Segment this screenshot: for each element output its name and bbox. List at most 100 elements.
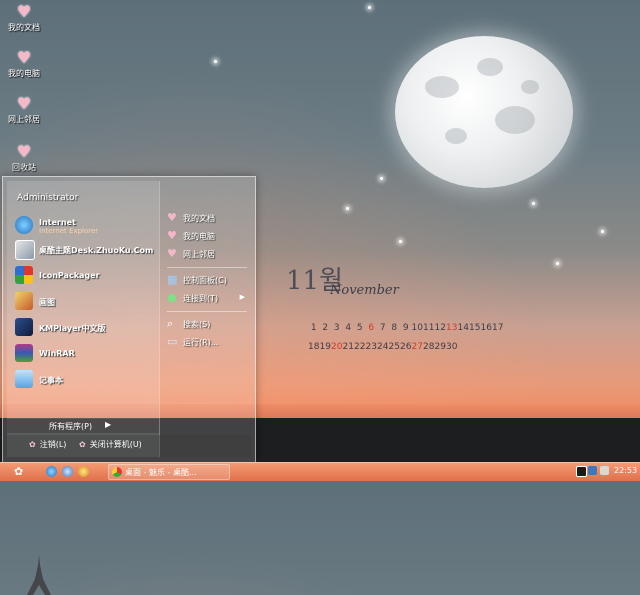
heart-icon: ♥ xyxy=(167,247,177,260)
taskbar-window-button[interactable]: 桌面 - 魅乐 - 桌酷... xyxy=(108,464,230,480)
calendar-day: 13 xyxy=(446,323,458,333)
all-programs-button[interactable]: 所有程序(P) ▶ xyxy=(7,419,159,433)
shutdown-icon: ✿ xyxy=(79,440,86,449)
heart-icon: ♥ xyxy=(16,142,32,161)
system-tray: 22:53 xyxy=(574,465,637,479)
star xyxy=(380,177,383,180)
heart-icon: ♥ xyxy=(167,211,177,224)
calendar-day: 18 xyxy=(308,342,320,352)
calendar-day: 7 xyxy=(379,323,386,333)
browser-icon xyxy=(112,467,122,477)
calendar-day: 8 xyxy=(391,323,398,333)
taskbar-clock[interactable]: 22:53 xyxy=(614,466,637,475)
star xyxy=(601,230,604,233)
calendar-day: 19 xyxy=(319,342,331,352)
submenu-arrow-icon: ▶ xyxy=(239,293,245,301)
start-menu-control-panel[interactable]: ▦ 控制面板(C) xyxy=(163,273,249,289)
heart-icon: ♥ xyxy=(16,2,32,21)
calendar-day: 24 xyxy=(377,342,389,352)
start-menu-item-paint[interactable]: 画图 xyxy=(13,291,161,313)
calendar-day: 22 xyxy=(354,342,366,352)
menu-divider xyxy=(167,311,247,312)
calendar-day: 29 xyxy=(434,342,446,352)
quicklaunch-ie-icon[interactable] xyxy=(46,466,57,477)
search-icon: ⌕ xyxy=(167,317,174,330)
calendar-month-name: November xyxy=(330,283,399,298)
tray-z-icon[interactable] xyxy=(576,466,587,477)
desktop-icon-my-documents[interactable]: ♥ 我的文档 xyxy=(0,4,48,33)
eiffel-tower-silhouette xyxy=(27,555,51,595)
start-menu-item-zhuoku[interactable]: 桌酷主题Desk.ZhuoKu.Com xyxy=(13,239,161,261)
heart-icon: ♥ xyxy=(167,229,177,242)
calendar-day: 3 xyxy=(333,323,340,333)
tray-network-icon[interactable] xyxy=(588,466,597,475)
calendar-day: 28 xyxy=(423,342,435,352)
desktop-icon-my-computer[interactable]: ♥ 我的电脑 xyxy=(0,50,48,79)
start-menu-item-iconpackager[interactable]: IconPackager xyxy=(13,265,161,287)
calendar-day: 11 xyxy=(423,323,435,333)
moon xyxy=(395,36,573,188)
calendar-day: 25 xyxy=(388,342,400,352)
moon-crater xyxy=(425,76,459,98)
start-menu-network-places[interactable]: ♥ 网上邻居 xyxy=(163,247,249,263)
start-menu-item-internet[interactable]: Internet Internet Explorer xyxy=(13,215,161,237)
start-menu-my-documents[interactable]: ♥ 我的文档 xyxy=(163,211,249,227)
shutdown-button[interactable]: ✿ 关闭计算机(U) xyxy=(79,439,142,450)
calendar-day: 21 xyxy=(342,342,354,352)
calendar-day: 10 xyxy=(411,323,423,333)
start-menu: Administrator Internet Internet Explorer… xyxy=(2,176,256,595)
start-menu-search[interactable]: ⌕ 搜索(S) xyxy=(163,317,249,333)
start-menu-item-notepad[interactable]: 记事本 xyxy=(13,369,161,391)
quicklaunch-media-icon[interactable] xyxy=(78,466,89,477)
desktop-icon-recycle-bin[interactable]: ♥ 回收站 xyxy=(0,144,48,173)
kmplayer-icon xyxy=(15,318,33,336)
start-menu-item-winrar[interactable]: WinRAR xyxy=(13,343,161,365)
star xyxy=(399,240,402,243)
calendar-week-row: 1 2 3 4 5 6 7 8 9 1011121314151617 xyxy=(308,323,504,333)
calendar-day: 5 xyxy=(356,323,363,333)
moon-crater xyxy=(495,106,535,134)
calendar-day: 17 xyxy=(492,323,504,333)
calendar-day: 4 xyxy=(345,323,352,333)
star xyxy=(214,60,217,63)
calendar-day: 1 xyxy=(310,323,317,333)
start-menu-connect-to[interactable]: ● 连接到(T) ▶ xyxy=(163,291,249,307)
connect-icon: ● xyxy=(167,291,177,304)
star xyxy=(346,207,349,210)
notepad-icon xyxy=(15,370,33,388)
logoff-icon: ✿ xyxy=(29,440,36,449)
start-menu-username: Administrator xyxy=(17,193,79,203)
desktop-icon-network-places[interactable]: ♥ 网上邻居 xyxy=(0,96,48,125)
start-menu-item-kmplayer[interactable]: KMPlayer中文版 xyxy=(13,317,161,339)
calendar-day: 26 xyxy=(400,342,412,352)
calendar-day: 15 xyxy=(469,323,481,333)
start-menu-footer: ✿ 注销(L) ✿ 关闭计算机(U) xyxy=(7,435,251,457)
winrar-icon xyxy=(15,344,33,362)
calendar-day: 14 xyxy=(457,323,469,333)
calendar-week-row: 18192021222324252627282930 xyxy=(308,342,458,352)
star xyxy=(368,6,371,9)
start-menu-my-computer[interactable]: ♥ 我的电脑 xyxy=(163,229,249,245)
heart-icon: ♥ xyxy=(16,48,32,67)
start-menu-programs-pane: Administrator Internet Internet Explorer… xyxy=(7,181,160,457)
logoff-button[interactable]: ✿ 注销(L) xyxy=(29,439,66,450)
theme-icon xyxy=(15,240,35,260)
calendar-day: 16 xyxy=(480,323,492,333)
calendar-day: 2 xyxy=(322,323,329,333)
moon-crater xyxy=(477,58,503,76)
tray-volume-icon[interactable] xyxy=(600,466,609,475)
calendar-day: 23 xyxy=(365,342,377,352)
start-menu-run[interactable]: ▭ 运行(R)... xyxy=(163,335,249,351)
taskbar: ✿ 桌面 - 魅乐 - 桌酷... 22:53 xyxy=(0,462,640,481)
menu-divider xyxy=(167,267,247,268)
iconpackager-icon xyxy=(15,266,33,284)
start-button[interactable]: ✿ xyxy=(14,465,23,478)
arrow-right-icon: ▶ xyxy=(105,420,112,429)
quicklaunch-explorer-icon[interactable] xyxy=(62,466,73,477)
calendar-day: 20 xyxy=(331,342,343,352)
control-panel-icon: ▦ xyxy=(167,273,178,286)
star xyxy=(532,202,535,205)
ie-icon xyxy=(15,216,33,234)
paint-icon xyxy=(15,292,33,310)
star xyxy=(556,262,559,265)
